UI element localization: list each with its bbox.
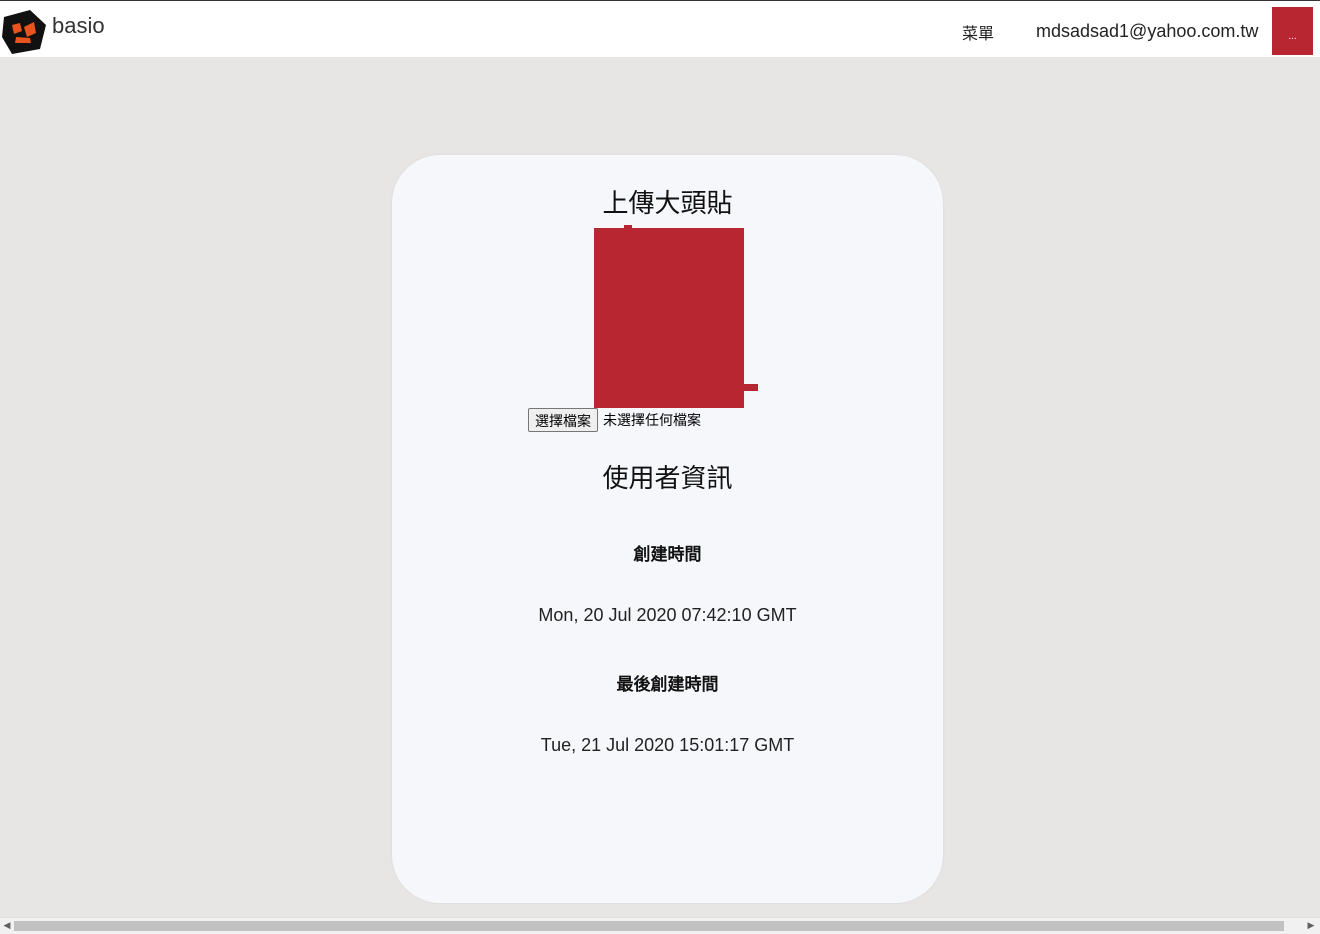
last-created-time-label: 最後創建時間 [616, 675, 719, 695]
top-navbar: basio 菜單 mdsadsad1@yahoo.com.tw ... [0, 0, 1320, 57]
horizontal-scrollbar[interactable]: ◀ ▶ [0, 917, 1320, 934]
created-time-label: 創建時間 [633, 545, 702, 565]
brand-link[interactable]: basio [0, 7, 105, 55]
basio-logo-icon [2, 10, 46, 54]
scrollbar-thumb[interactable] [14, 921, 1284, 931]
avatar-preview-tab [744, 384, 758, 391]
created-time-value: Mon, 20 Jul 2020 07:42:10 GMT [538, 605, 797, 625]
file-status-text: 未選擇任何檔案 [603, 412, 701, 428]
scroll-left-arrow-icon[interactable]: ◀ [0, 918, 14, 934]
scroll-right-arrow-icon[interactable]: ▶ [1304, 918, 1318, 934]
avatar-button[interactable]: ... [1272, 7, 1313, 55]
upload-avatar-title: 上傳大頭貼 [602, 189, 733, 219]
page: basio 菜單 mdsadsad1@yahoo.com.tw ... 上傳大頭… [0, 0, 1320, 934]
user-email-link[interactable]: mdsadsad1@yahoo.com.tw [1036, 21, 1258, 42]
file-input[interactable]: 選擇檔案 未選擇任何檔案 [528, 408, 701, 432]
menu-link[interactable]: 菜單 [962, 20, 994, 44]
brand-name: basio [52, 13, 105, 38]
choose-file-button[interactable]: 選擇檔案 [528, 408, 598, 432]
avatar-preview-image [594, 228, 744, 408]
profile-card: 上傳大頭貼 選擇檔案 未選擇任何檔案 使用者資訊 創建時間 Mon, 20 Ju… [392, 155, 943, 903]
last-created-time-value: Tue, 21 Jul 2020 15:01:17 GMT [540, 735, 795, 755]
user-info-title: 使用者資訊 [602, 464, 733, 494]
